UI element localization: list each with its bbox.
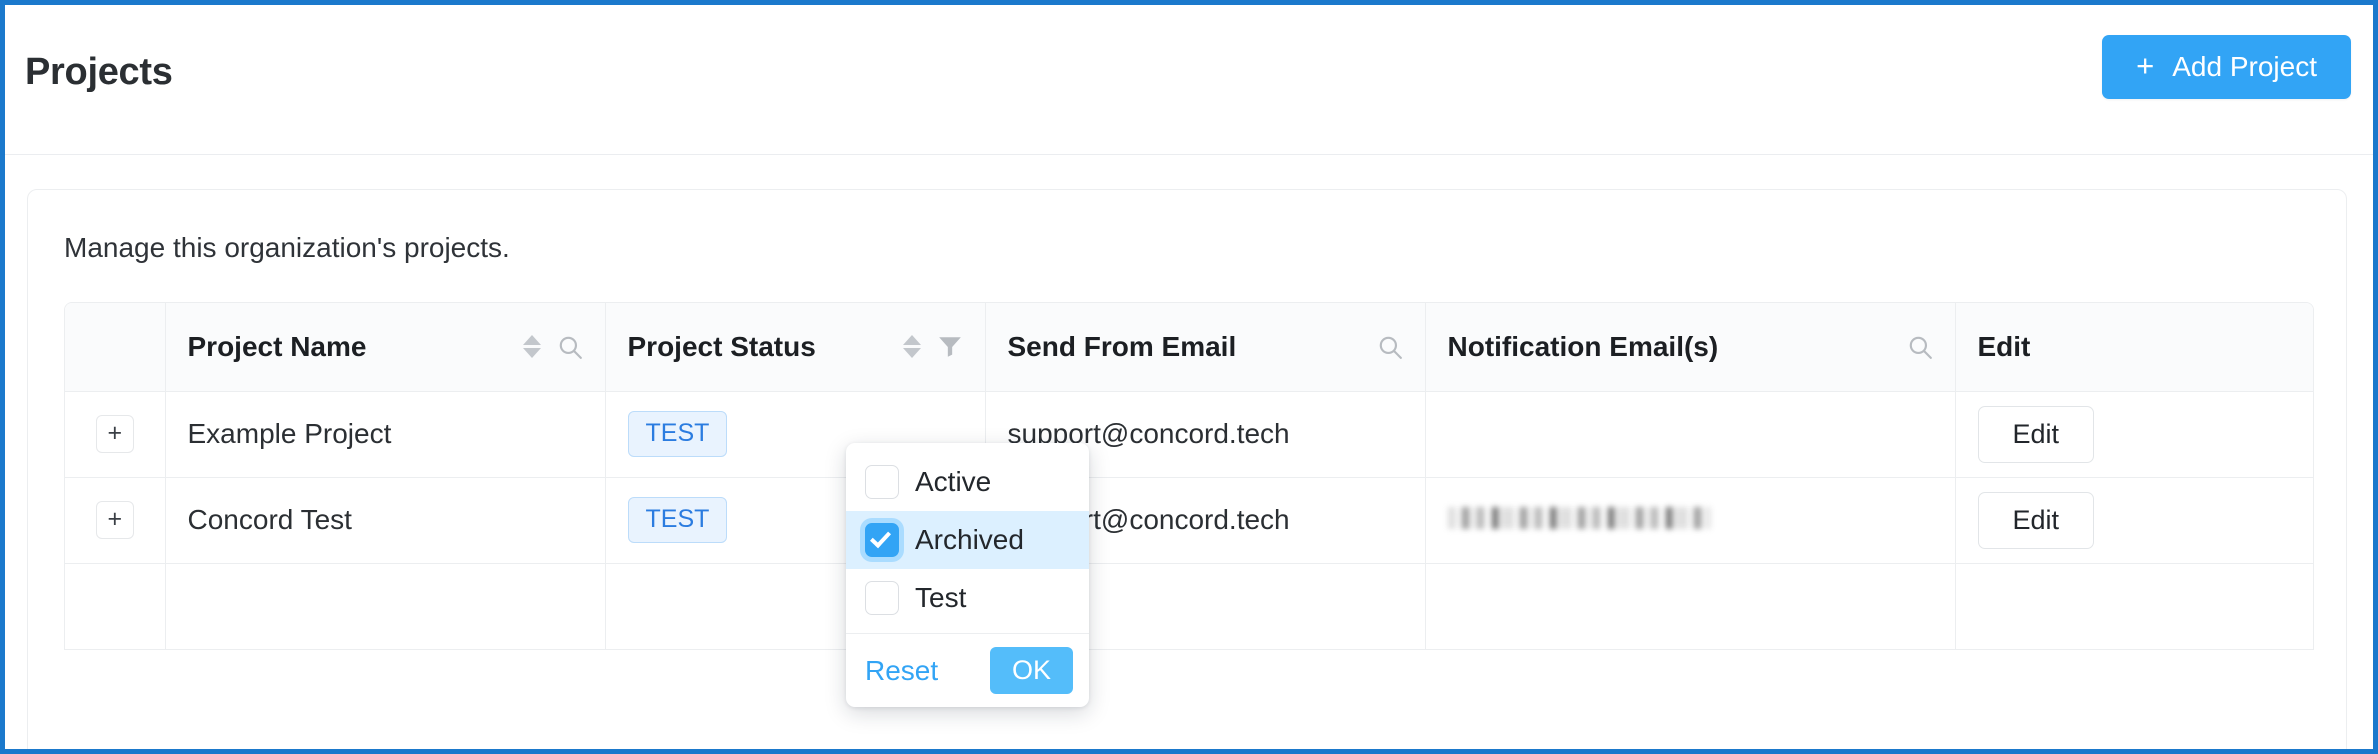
status-badge: TEST xyxy=(627,497,728,543)
project-status-filter-popup[interactable]: Active Archived Test Reset OK xyxy=(846,443,1089,707)
cell-project-name: Concord Test xyxy=(165,477,606,564)
column-header-edit: Edit xyxy=(1955,303,2313,392)
sort-icon[interactable] xyxy=(522,335,541,359)
cell-project-name xyxy=(165,563,606,650)
table-row[interactable]: + Concord Test TEST support@concord.tech… xyxy=(65,477,2313,564)
cell-edit xyxy=(1955,563,2313,650)
search-icon[interactable] xyxy=(1907,334,1933,360)
column-label: Notification Email(s) xyxy=(1447,330,1719,362)
cell-notification-emails xyxy=(1425,563,1956,650)
projects-table: Project Name Project Status Send From Em… xyxy=(65,303,2313,650)
checkbox-checked-icon[interactable] xyxy=(865,523,899,557)
expand-row-button[interactable]: + xyxy=(95,501,134,539)
projects-table-wrapper: Project Name Project Status Send From Em… xyxy=(64,302,2314,650)
filter-option-label: Active xyxy=(915,466,992,497)
column-label: Send From Email xyxy=(1007,330,1237,362)
table-header-row: Project Name Project Status Send From Em… xyxy=(65,303,2313,392)
table-body: + Example Project TEST support@concord.t… xyxy=(65,391,2313,650)
table-head: Project Name Project Status Send From Em… xyxy=(65,303,2313,392)
search-icon[interactable] xyxy=(1377,334,1403,360)
edit-button[interactable]: Edit xyxy=(1977,491,2095,549)
column-label: Project Name xyxy=(187,330,367,362)
column-header-notification-emails[interactable]: Notification Email(s) xyxy=(1425,303,1956,392)
column-label: Project Status xyxy=(627,330,816,362)
card-description: Manage this organization's projects. xyxy=(64,232,510,263)
filter-icon[interactable] xyxy=(937,334,963,360)
filter-option-list: Active Archived Test xyxy=(846,443,1089,633)
redacted-email-value xyxy=(1447,507,1710,529)
page-title: Projects xyxy=(25,51,173,93)
filter-option-test[interactable]: Test xyxy=(846,569,1089,627)
reset-button[interactable]: Reset xyxy=(865,655,938,687)
table-row[interactable]: + Example Project TEST support@concord.t… xyxy=(65,391,2313,478)
cell-project-name: Example Project xyxy=(165,391,606,478)
row-expand-cell: + xyxy=(65,477,166,564)
filter-option-label: Archived xyxy=(915,524,1024,555)
page-header: Projects + Add Project xyxy=(5,5,2373,155)
column-header-send-from-email[interactable]: Send From Email xyxy=(985,303,1426,392)
row-expand-cell: + xyxy=(65,391,166,478)
table-row[interactable] xyxy=(65,563,2313,650)
projects-card: Manage this organization's projects. Pro… xyxy=(27,189,2347,749)
status-badge: TEST xyxy=(627,411,728,457)
cell-edit: Edit xyxy=(1955,477,2313,564)
filter-popup-footer: Reset OK xyxy=(846,633,1089,707)
edit-button[interactable]: Edit xyxy=(1977,405,2095,463)
app-viewport: Projects + Add Project Manage this organ… xyxy=(0,0,2378,754)
column-header-expand xyxy=(65,303,166,392)
cell-notification-emails xyxy=(1425,391,1956,478)
sort-icon[interactable] xyxy=(902,335,921,359)
ok-button[interactable]: OK xyxy=(989,647,1073,694)
cell-edit: Edit xyxy=(1955,391,2313,478)
column-header-project-name[interactable]: Project Name xyxy=(165,303,606,392)
filter-option-label: Test xyxy=(915,582,967,613)
filter-option-active[interactable]: Active xyxy=(846,453,1089,511)
cell-notification-emails xyxy=(1425,477,1956,564)
row-expand-cell xyxy=(65,563,166,650)
filter-option-archived[interactable]: Archived xyxy=(846,511,1089,569)
expand-row-button[interactable]: + xyxy=(95,415,134,453)
checkbox-icon[interactable] xyxy=(865,465,899,499)
add-project-button-label: Add Project xyxy=(2172,51,2317,82)
plus-icon: + xyxy=(2136,48,2155,83)
add-project-button[interactable]: + Add Project xyxy=(2102,35,2351,99)
column-label: Edit xyxy=(1977,330,2031,362)
checkbox-icon[interactable] xyxy=(865,581,899,615)
search-icon[interactable] xyxy=(557,334,583,360)
column-header-project-status[interactable]: Project Status xyxy=(605,303,986,392)
